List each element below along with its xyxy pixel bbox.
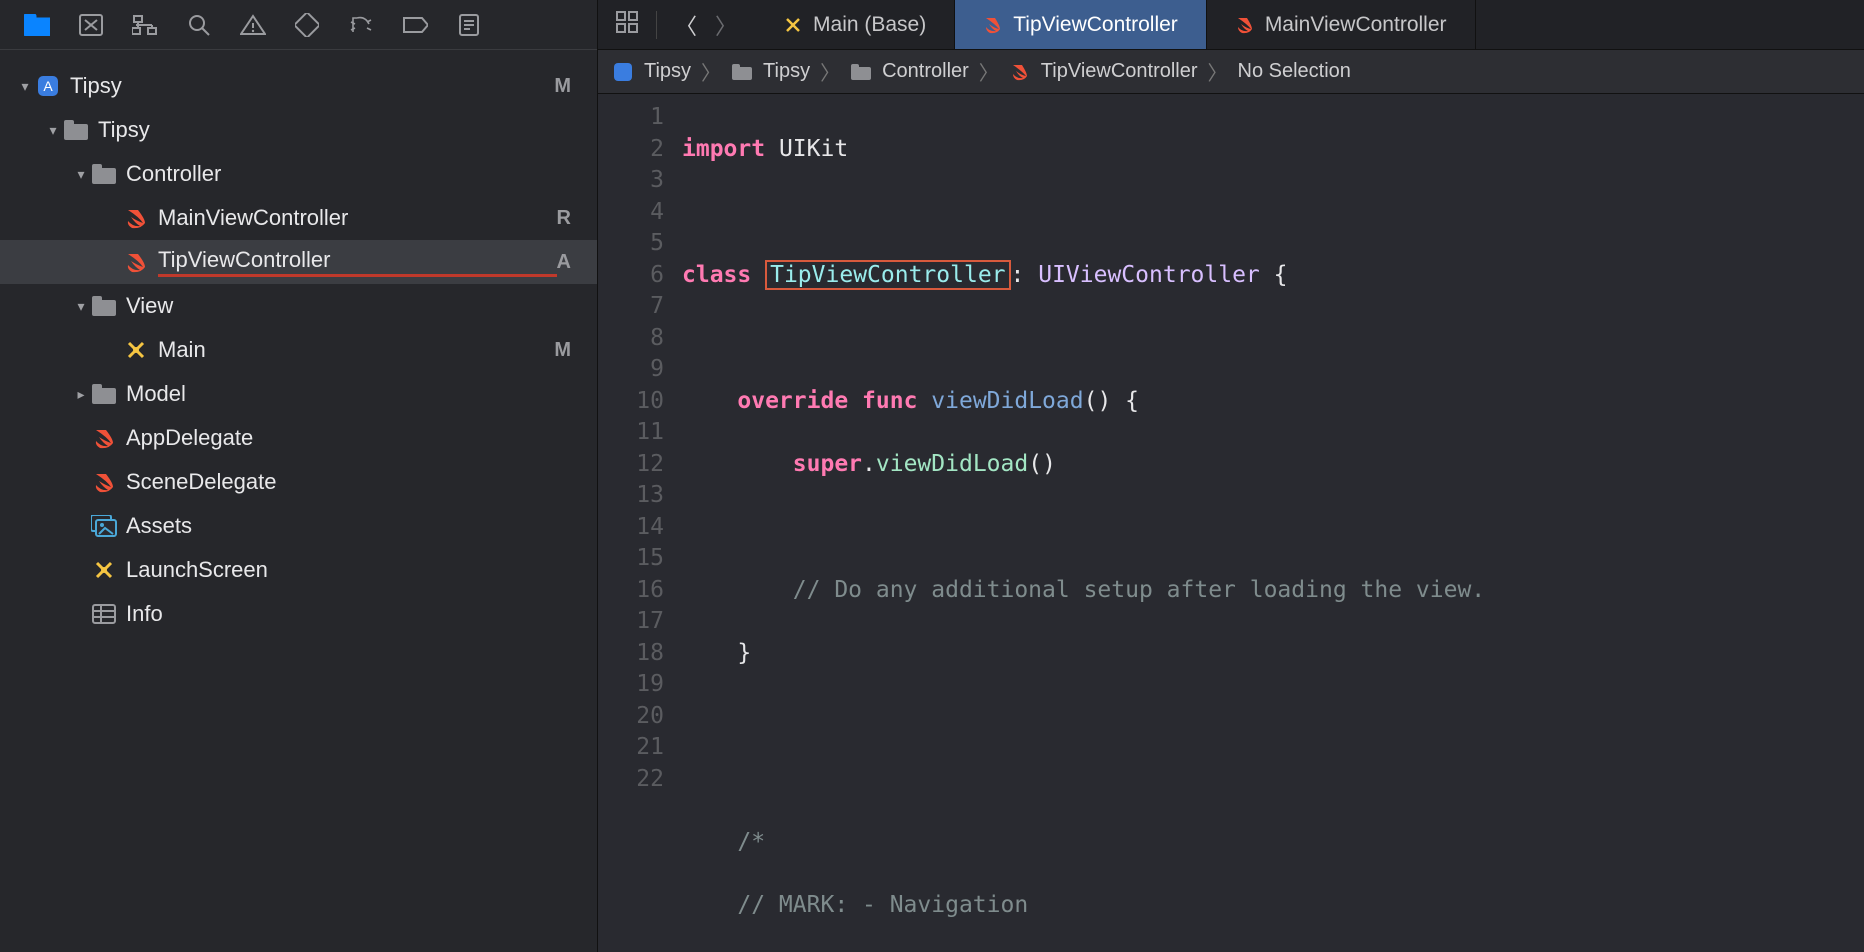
app-project-icon — [612, 61, 634, 83]
file-label: Assets — [126, 513, 571, 539]
code-content[interactable]: import UIKit class TipViewController: UI… — [678, 94, 1499, 952]
assets-icon — [90, 515, 118, 537]
scm-status: M — [554, 339, 571, 362]
folder-icon — [90, 164, 118, 184]
app-project-icon: A — [34, 74, 62, 98]
file-label: Main — [158, 337, 554, 363]
file-mainvc-row[interactable]: MainViewController R — [0, 196, 597, 240]
class-name-highlight: TipViewController — [765, 260, 1010, 290]
chevron-down-icon[interactable]: ▾ — [72, 166, 90, 183]
issues-icon[interactable] — [240, 14, 266, 36]
svg-text:A: A — [43, 78, 53, 94]
separator — [656, 11, 657, 39]
group-row[interactable]: ▾ Tipsy — [0, 108, 597, 152]
file-label: Info — [126, 601, 571, 627]
folder-icon[interactable] — [24, 14, 50, 36]
chevron-down-icon[interactable]: ▾ — [44, 122, 62, 139]
folder-icon — [731, 61, 753, 83]
swift-file-icon — [983, 15, 1003, 35]
jump-bar[interactable]: Tipsy 〉 Tipsy 〉 Controller 〉 TipViewCont… — [598, 50, 1864, 94]
file-tipvc-row[interactable]: TipViewController A — [0, 240, 597, 284]
folder-label: View — [126, 293, 571, 319]
navigator-sidebar: ▾ A Tipsy M ▾ Tipsy ▾ Controller — [0, 0, 598, 952]
project-tree: ▾ A Tipsy M ▾ Tipsy ▾ Controller — [0, 50, 597, 636]
file-label: MainViewController — [158, 205, 557, 231]
swift-file-icon — [122, 207, 150, 229]
file-launchscreen-row[interactable]: LaunchScreen — [0, 548, 597, 592]
related-items-icon[interactable] — [616, 11, 638, 38]
storyboard-icon — [90, 559, 118, 581]
folder-label: Model — [126, 381, 571, 407]
file-label: SceneDelegate — [126, 469, 571, 495]
tab-mainvc[interactable]: MainViewController — [1207, 0, 1476, 49]
swift-file-icon — [122, 251, 150, 273]
file-label: TipViewController — [158, 247, 557, 277]
file-scenedelegate-row[interactable]: SceneDelegate — [0, 460, 597, 504]
scm-status: M — [554, 75, 571, 98]
storyboard-icon — [783, 15, 803, 35]
crumb-selection[interactable]: No Selection — [1238, 60, 1351, 83]
chevron-down-icon[interactable]: ▾ — [72, 298, 90, 315]
file-appdelegate-row[interactable]: AppDelegate — [0, 416, 597, 460]
source-control-icon[interactable] — [78, 14, 104, 36]
folder-controller-row[interactable]: ▾ Controller — [0, 152, 597, 196]
navigator-toolbar — [0, 0, 597, 50]
nav-back-icon[interactable]: 〈 — [675, 9, 697, 41]
chevron-right-icon: 〉 — [820, 57, 840, 86]
folder-icon — [62, 120, 90, 140]
project-name: Tipsy — [70, 73, 554, 99]
folder-icon — [850, 61, 872, 83]
crumb-folder[interactable]: Controller — [882, 60, 969, 83]
chevron-right-icon: 〉 — [1208, 57, 1228, 86]
plist-icon — [90, 604, 118, 624]
crumb-group[interactable]: Tipsy — [763, 60, 810, 83]
storyboard-icon — [122, 339, 150, 361]
file-assets-row[interactable]: Assets — [0, 504, 597, 548]
tests-icon[interactable] — [294, 14, 320, 36]
breakpoints-icon[interactable] — [402, 14, 428, 36]
tab-label: TipViewController — [1013, 13, 1178, 37]
chevron-down-icon[interactable]: ▾ — [16, 78, 34, 95]
folder-icon — [90, 296, 118, 316]
tab-tipvc[interactable]: TipViewController — [955, 0, 1207, 49]
chevron-right-icon: 〉 — [701, 57, 721, 86]
scm-status: A — [557, 251, 571, 274]
swift-file-icon — [90, 471, 118, 493]
chevron-right-icon[interactable]: ▸ — [72, 386, 90, 403]
nav-forward-icon[interactable]: 〉 — [715, 9, 737, 41]
chevron-right-icon: 〉 — [979, 57, 999, 86]
tab-main-storyboard[interactable]: Main (Base) — [755, 0, 955, 49]
folder-view-row[interactable]: ▾ View — [0, 284, 597, 328]
line-gutter: 12345678910111213141516171819202122 — [598, 94, 678, 952]
scm-status: R — [557, 207, 571, 230]
folder-label: Controller — [126, 161, 571, 187]
project-root-row[interactable]: ▾ A Tipsy M — [0, 64, 597, 108]
file-label: AppDelegate — [126, 425, 571, 451]
file-storyboard-row[interactable]: Main M — [0, 328, 597, 372]
editor-tabbar: 〈 〉 Main (Base) TipViewController MainVi… — [598, 0, 1864, 50]
search-icon[interactable] — [186, 14, 212, 36]
swift-file-icon — [90, 427, 118, 449]
crumb-file[interactable]: TipViewController — [1041, 60, 1198, 83]
group-name: Tipsy — [98, 117, 571, 143]
file-info-row[interactable]: Info — [0, 592, 597, 636]
reports-icon[interactable] — [456, 14, 482, 36]
folder-icon — [90, 384, 118, 404]
tab-label: MainViewController — [1265, 13, 1447, 37]
editor-pane: 〈 〉 Main (Base) TipViewController MainVi… — [598, 0, 1864, 952]
symbols-icon[interactable] — [132, 14, 158, 36]
folder-model-row[interactable]: ▸ Model — [0, 372, 597, 416]
file-label: LaunchScreen — [126, 557, 571, 583]
swift-file-icon — [1009, 61, 1031, 83]
code-editor[interactable]: 12345678910111213141516171819202122 impo… — [598, 94, 1864, 952]
debug-icon[interactable] — [348, 14, 374, 36]
swift-file-icon — [1235, 15, 1255, 35]
tab-label: Main (Base) — [813, 13, 926, 37]
crumb-root[interactable]: Tipsy — [644, 60, 691, 83]
